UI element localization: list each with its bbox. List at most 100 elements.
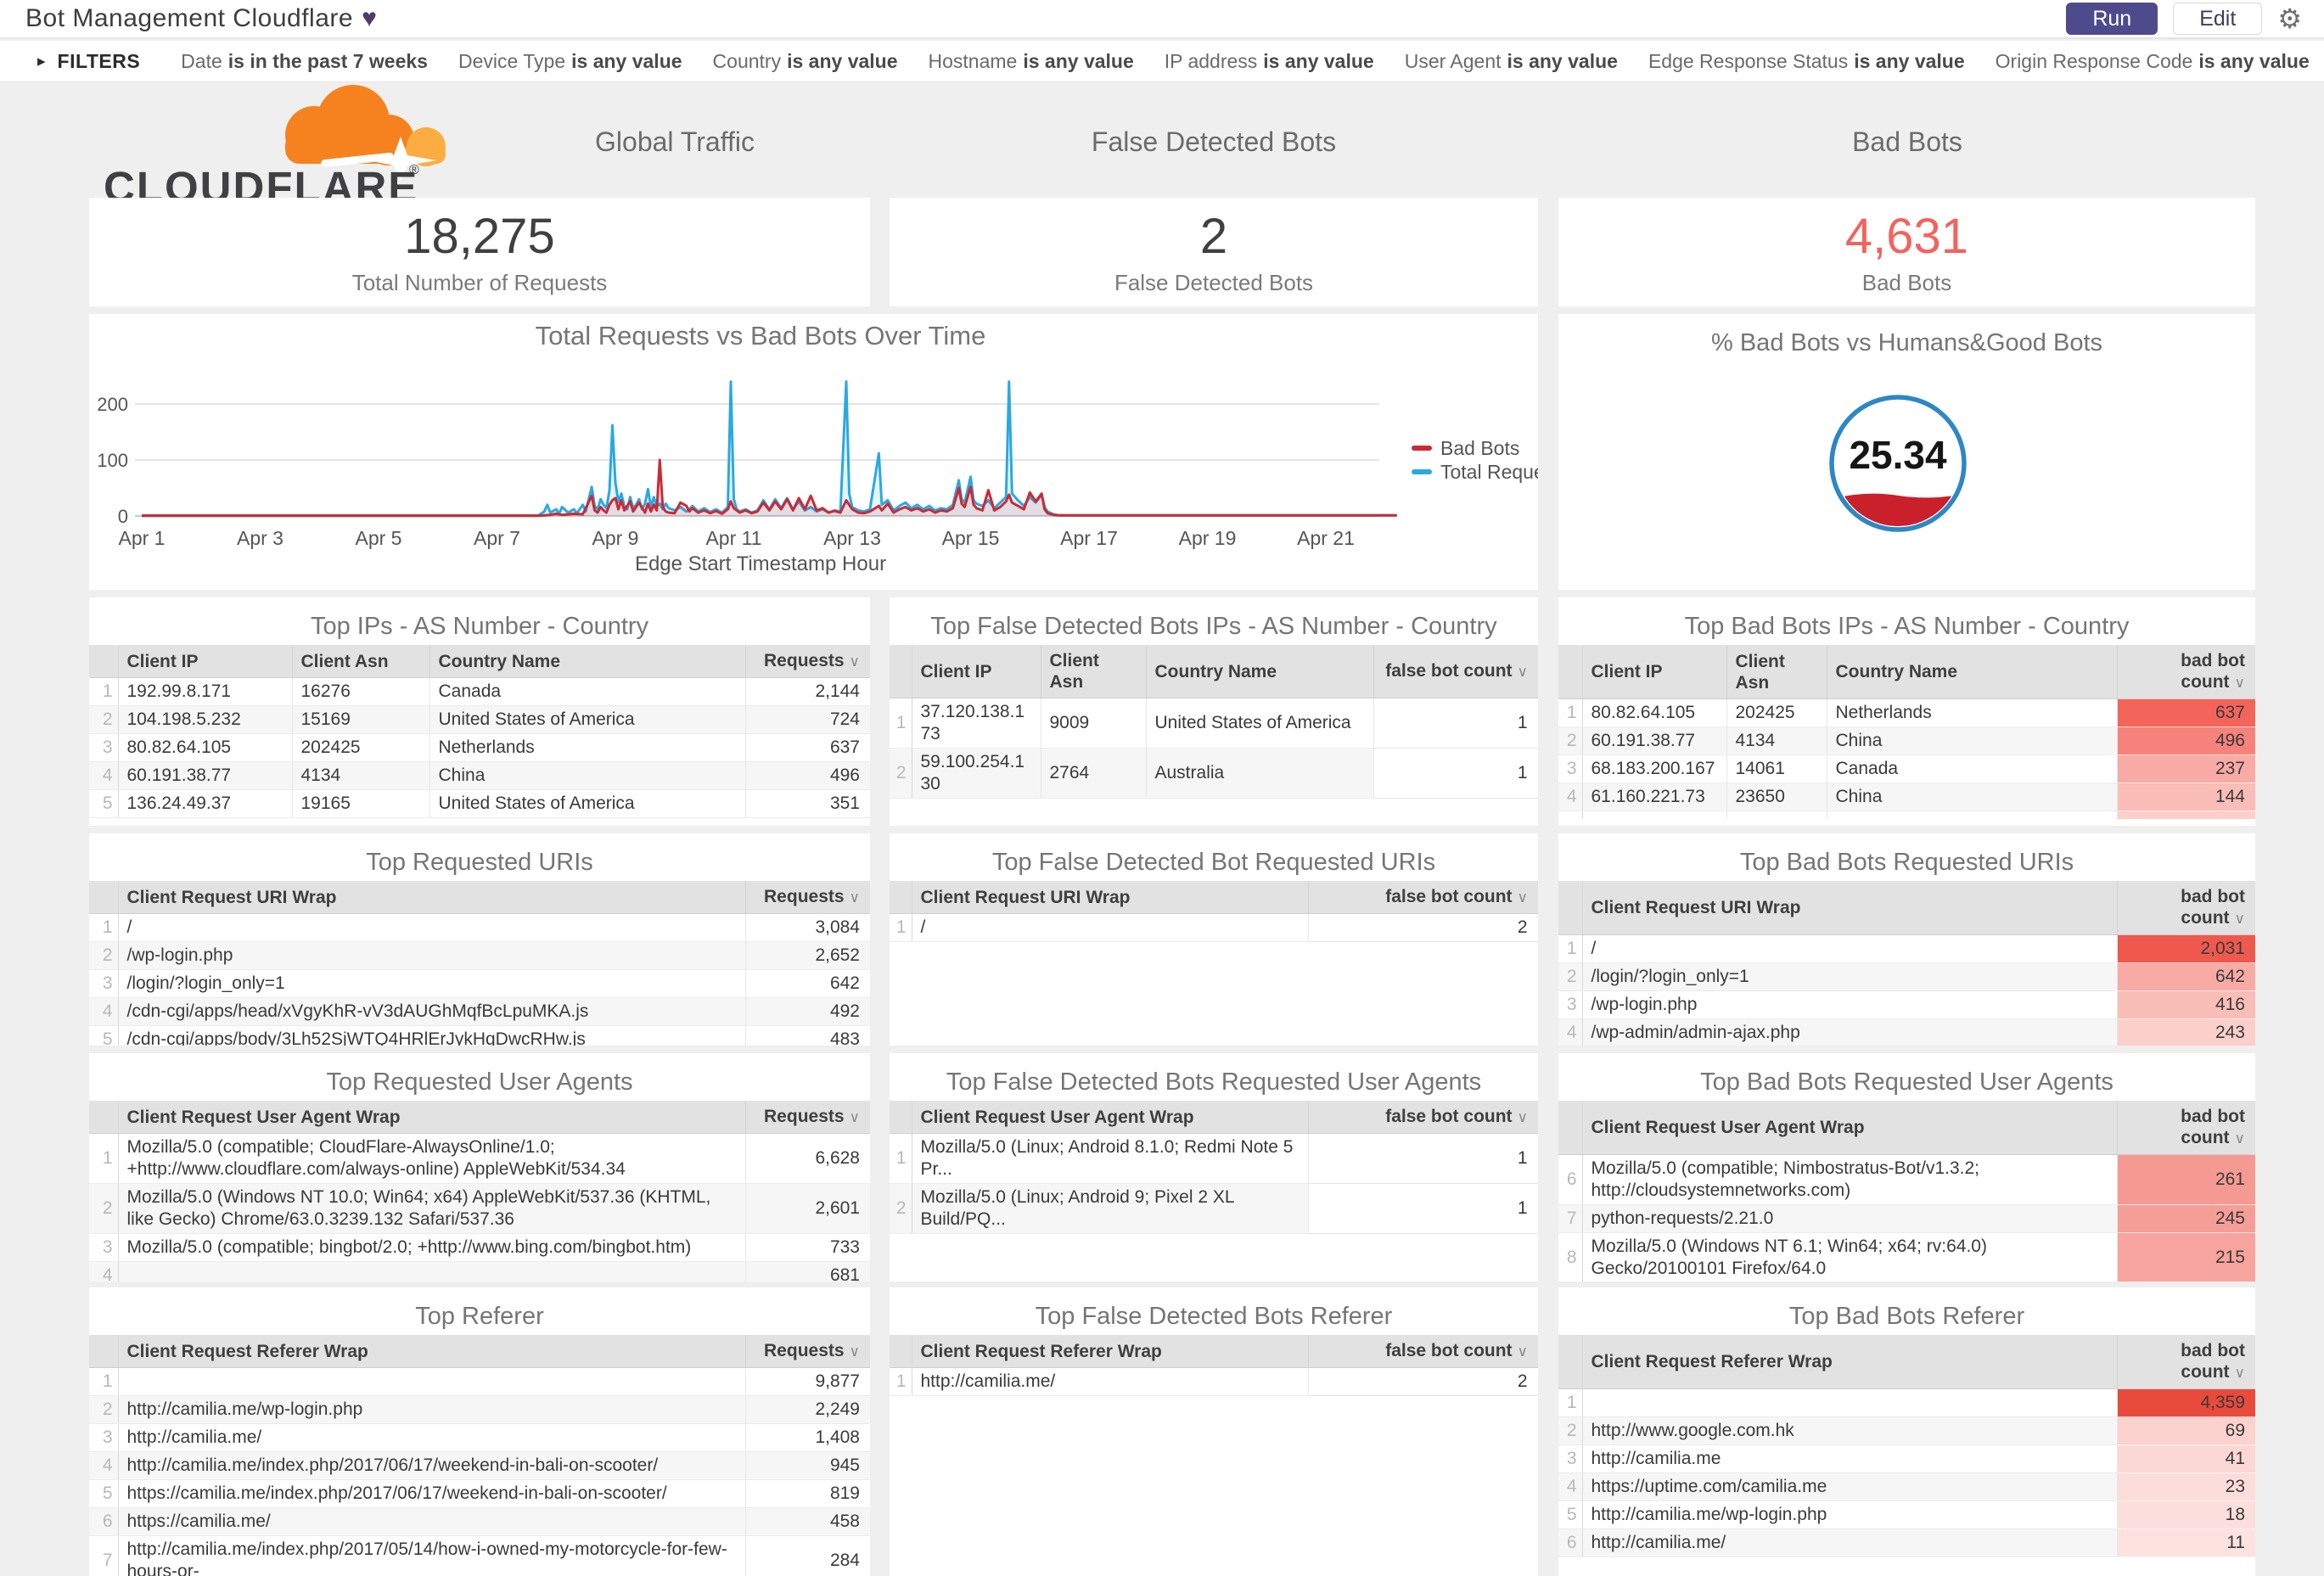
column-header-client-ip[interactable]: Client IP bbox=[118, 645, 292, 678]
tile-title: Top False Detected Bots Requested User A… bbox=[890, 1053, 1538, 1101]
filter-item-user-agent[interactable]: User Agentis any value bbox=[1405, 50, 1618, 73]
gauge-tile: % Bad Bots vs Humans&Good Bots 25.34 bbox=[1558, 314, 2255, 590]
column-header-false-bot-count[interactable]: false bot count∨ bbox=[1308, 1335, 1538, 1368]
column-header-false-bot-count[interactable]: false bot count∨ bbox=[1308, 881, 1538, 914]
column-header-client-request-user-agent-wrap[interactable]: Client Request User Agent Wrap bbox=[1582, 1101, 2117, 1155]
table-row: 2http://www.google.com.hk69 bbox=[1558, 1417, 2255, 1445]
sort-caret-icon[interactable]: ∨ bbox=[850, 889, 860, 906]
column-header-client-request-referer-wrap[interactable]: Client Request Referer Wrap bbox=[912, 1335, 1308, 1368]
filter-item-country[interactable]: Countryis any value bbox=[713, 50, 898, 73]
table-row: 3http://camilia.me41 bbox=[1558, 1445, 2255, 1473]
edit-button[interactable]: Edit bbox=[2173, 3, 2262, 35]
bad-bots-percentage-gauge[interactable]: 25.34 bbox=[1558, 362, 2255, 582]
column-header-client-ip[interactable]: Client IP bbox=[912, 645, 1041, 698]
filter-item-hostname[interactable]: Hostnameis any value bbox=[929, 50, 1134, 73]
tile-top-false-bot-referer: Top False Detected Bots Referer Client R… bbox=[890, 1287, 1538, 1576]
table-row: 14,359 bbox=[1558, 1389, 2255, 1417]
filter-item-date[interactable]: Dateis in the past 7 weeks bbox=[181, 50, 428, 73]
sort-caret-icon[interactable]: ∨ bbox=[2235, 1130, 2245, 1147]
table-row: 6https://camilia.me/458 bbox=[89, 1508, 870, 1536]
table-top-bad-bot-referer: Client Request Referer Wrapbad bot count… bbox=[1558, 1335, 2255, 1557]
table-row: 1/2,031 bbox=[1558, 935, 2255, 963]
sort-caret-icon[interactable]: ∨ bbox=[1518, 664, 1528, 680]
tile-title: Top Requested User Agents bbox=[89, 1053, 870, 1101]
kpi-total-requests: 18,275 Total Number of Requests bbox=[89, 198, 870, 306]
table-row: 1Mozilla/5.0 (compatible; CloudFlare-Alw… bbox=[89, 1134, 870, 1184]
column-header-country-name[interactable]: Country Name bbox=[1827, 645, 2117, 699]
column-header-client-request-uri-wrap[interactable]: Client Request URI Wrap bbox=[118, 881, 745, 914]
column-header-requests[interactable]: Requests∨ bbox=[745, 881, 870, 914]
table-row: 1/2 bbox=[890, 914, 1538, 942]
kpi-label: False Detected Bots bbox=[1114, 270, 1313, 296]
table-row: 259.100.254.1302764Australia1 bbox=[890, 749, 1538, 799]
svg-text:Total Requests: Total Requests bbox=[1440, 461, 1538, 483]
column-header-client-asn[interactable]: Client Asn bbox=[1726, 645, 1827, 699]
svg-text:200: 200 bbox=[97, 394, 128, 415]
table-row: 4http://camilia.me/index.php/2017/06/17/… bbox=[89, 1452, 870, 1480]
sort-caret-icon[interactable]: ∨ bbox=[850, 1109, 860, 1125]
filters-label: FILTERS bbox=[58, 50, 141, 73]
filter-item-device-type[interactable]: Device Typeis any value bbox=[458, 50, 682, 73]
table-top-false-bot-user-agents: Client Request User Agent Wrapfalse bot … bbox=[890, 1101, 1538, 1234]
column-header-false-bot-count[interactable]: false bot count∨ bbox=[1373, 645, 1538, 698]
table-top-bad-bot-user-agents: Client Request User Agent Wrapbad bot co… bbox=[1558, 1101, 2255, 1282]
column-header-client-request-referer-wrap[interactable]: Client Request Referer Wrap bbox=[118, 1335, 745, 1368]
total-requests-vs-bad-bots-chart[interactable]: 0100200Apr 1Apr 3Apr 5Apr 7Apr 9Apr 11Ap… bbox=[89, 314, 1538, 590]
column-header-country-name[interactable]: Country Name bbox=[1146, 645, 1373, 698]
table-row: 5136.24.49.3719165United States of Ameri… bbox=[89, 790, 870, 818]
tile-title: Top False Detected Bots Referer bbox=[890, 1287, 1538, 1335]
sort-caret-icon[interactable]: ∨ bbox=[1518, 1343, 1528, 1360]
column-header-bad-bot-count[interactable]: bad bot count∨ bbox=[2117, 1101, 2255, 1155]
column-header-country-name[interactable]: Country Name bbox=[429, 645, 745, 678]
column-header-requests[interactable]: Requests∨ bbox=[745, 645, 870, 678]
column-header-bad-bot-count[interactable]: bad bot count∨ bbox=[2117, 645, 2255, 699]
column-header-bad-bot-count[interactable]: bad bot count∨ bbox=[2117, 881, 2255, 935]
run-button[interactable]: Run bbox=[2066, 3, 2158, 35]
column-header-client-asn[interactable]: Client Asn bbox=[1041, 645, 1146, 698]
table-top-referer: Client Request Referer WrapRequests∨19,8… bbox=[89, 1335, 870, 1576]
svg-text:Apr 13: Apr 13 bbox=[823, 527, 881, 549]
svg-text:Total Requests vs Bad Bots Ove: Total Requests vs Bad Bots Over Time bbox=[536, 321, 986, 351]
column-header-client-request-user-agent-wrap[interactable]: Client Request User Agent Wrap bbox=[912, 1101, 1308, 1134]
tile-top-bad-bot-ips: Top Bad Bots IPs - AS Number - Country C… bbox=[1558, 597, 2255, 826]
tile-title: Top Bad Bots IPs - AS Number - Country bbox=[1558, 597, 2255, 645]
column-header-client-request-referer-wrap[interactable]: Client Request Referer Wrap bbox=[1582, 1335, 2117, 1389]
sort-caret-icon[interactable]: ∨ bbox=[850, 1343, 860, 1360]
filter-item-edge-response-status[interactable]: Edge Response Statusis any value bbox=[1648, 50, 1965, 73]
table-top-requested-uris: Client Request URI WrapRequests∨1/3,0842… bbox=[89, 881, 870, 1046]
filter-item-origin-response-code[interactable]: Origin Response Codeis any value bbox=[1996, 50, 2310, 73]
svg-text:25.34: 25.34 bbox=[1849, 433, 1947, 477]
column-header-client-request-uri-wrap[interactable]: Client Request URI Wrap bbox=[1582, 881, 2117, 935]
column-header-bad-bot-count[interactable]: bad bot count∨ bbox=[2117, 1335, 2255, 1389]
table-row: 5http://camilia.me/wp-login.php18 bbox=[1558, 1501, 2255, 1529]
filters-toggle[interactable]: ▸ FILTERS bbox=[37, 50, 140, 73]
filter-item-ip-address[interactable]: IP addressis any value bbox=[1165, 50, 1374, 73]
sort-caret-icon[interactable]: ∨ bbox=[1518, 889, 1528, 906]
table-row: 2/login/?login_only=1642 bbox=[1558, 963, 2255, 991]
column-header-client-asn[interactable]: Client Asn bbox=[292, 645, 429, 678]
column-header-requests[interactable]: Requests∨ bbox=[745, 1335, 870, 1368]
svg-text:Apr 7: Apr 7 bbox=[474, 527, 520, 549]
column-header-bad-bots: Bad Bots bbox=[1852, 126, 1962, 158]
table-row: 6http://camilia.me/11 bbox=[1558, 1529, 2255, 1557]
tile-title: Top Referer bbox=[89, 1287, 870, 1335]
cloudflare-logo: CLOUDFLARE ® bbox=[102, 82, 467, 210]
sort-caret-icon[interactable]: ∨ bbox=[1518, 1109, 1528, 1125]
sort-caret-icon[interactable]: ∨ bbox=[2235, 911, 2245, 927]
tile-top-bad-bot-uris: Top Bad Bots Requested URIs Client Reque… bbox=[1558, 833, 2255, 1046]
sort-caret-icon[interactable]: ∨ bbox=[2235, 675, 2245, 691]
column-header-client-ip[interactable]: Client IP bbox=[1582, 645, 1726, 699]
column-header-false-bot-count[interactable]: false bot count∨ bbox=[1308, 1101, 1538, 1134]
sort-caret-icon[interactable]: ∨ bbox=[2235, 1365, 2245, 1381]
column-header-requests[interactable]: Requests∨ bbox=[745, 1101, 870, 1134]
column-header-client-request-uri-wrap[interactable]: Client Request URI Wrap bbox=[912, 881, 1308, 914]
sort-caret-icon[interactable]: ∨ bbox=[850, 653, 860, 670]
table-row: 260.191.38.774134China496 bbox=[1558, 727, 2255, 755]
table-row: 3/wp-login.php416 bbox=[1558, 991, 2255, 1019]
heart-icon: ♥ bbox=[362, 4, 377, 33]
table-row: 368.183.200.16714061Canada237 bbox=[1558, 755, 2255, 783]
table-top-ips: Client IPClient AsnCountry NameRequests∨… bbox=[89, 645, 870, 818]
gear-icon[interactable]: ⚙ bbox=[2277, 3, 2302, 35]
column-header-client-request-user-agent-wrap[interactable]: Client Request User Agent Wrap bbox=[118, 1101, 745, 1134]
svg-text:Edge Start Timestamp Hour: Edge Start Timestamp Hour bbox=[635, 552, 886, 575]
